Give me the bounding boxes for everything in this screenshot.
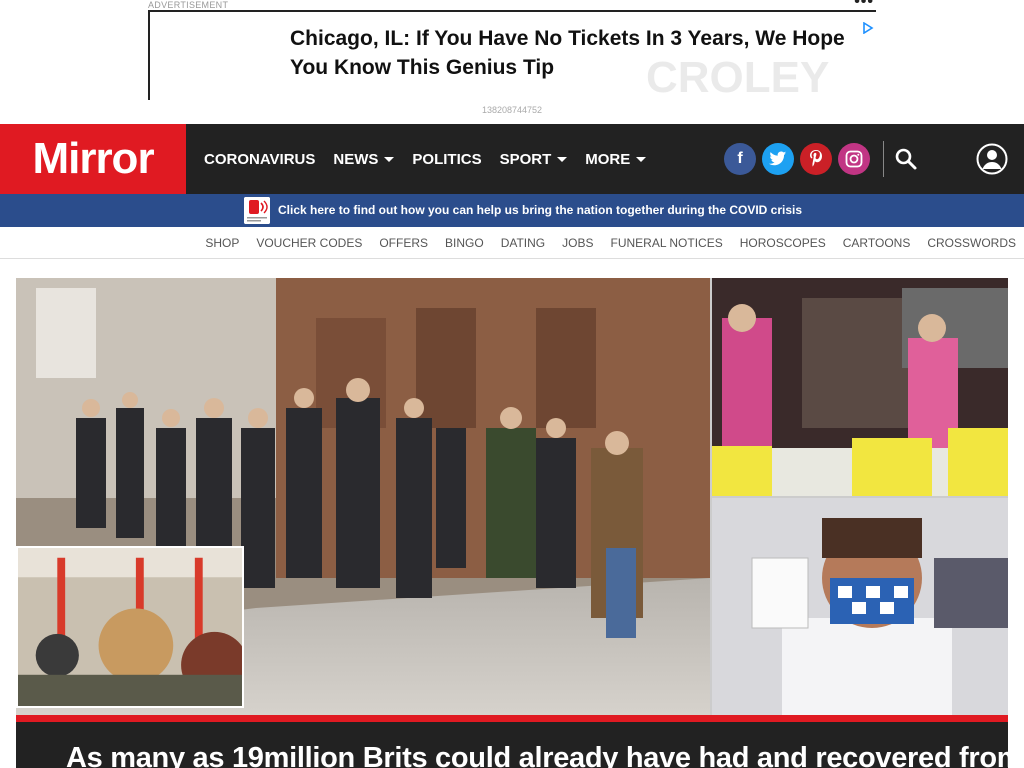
covid-banner-text[interactable]: Click here to find out how you can help … xyxy=(278,203,802,217)
account-icon[interactable] xyxy=(976,143,1008,175)
search-icon[interactable] xyxy=(894,147,918,171)
subnav-shop[interactable]: SHOP xyxy=(205,236,239,250)
headline-rule xyxy=(16,715,1008,722)
nav-label[interactable]: POLITICS xyxy=(412,151,481,168)
twitter-icon[interactable] xyxy=(762,143,794,175)
subnav-jobs[interactable]: JOBS xyxy=(562,236,593,250)
hero-image[interactable] xyxy=(16,278,1008,715)
nav-label[interactable]: CORONAVIRUS xyxy=(204,151,315,168)
subnav-horoscopes[interactable]: HOROSCOPES xyxy=(740,236,826,250)
queue-photo[interactable] xyxy=(712,278,1008,496)
site-header: Mirror CORONAVIRUS NEWS POLITICS SPORT M… xyxy=(0,124,1024,194)
adchoices-icon[interactable] xyxy=(862,22,874,34)
tube-carriage-photo[interactable] xyxy=(16,546,244,708)
subnav-cartoons[interactable]: CARTOONS xyxy=(843,236,911,250)
nav-more[interactable]: MORE xyxy=(585,151,647,168)
chevron-down-icon[interactable] xyxy=(384,156,395,162)
nav-news[interactable]: NEWS xyxy=(333,151,395,168)
instagram-icon[interactable] xyxy=(838,143,870,175)
logo-text[interactable]: Mirror xyxy=(32,134,154,184)
subnav-funeral-notices[interactable]: FUNERAL NOTICES xyxy=(610,236,722,250)
nav-sport[interactable]: SPORT xyxy=(500,151,568,168)
nav-label[interactable]: NEWS xyxy=(333,151,378,168)
ad-banner[interactable]: CROLEY Chicago, IL: If You Have No Ticke… xyxy=(148,10,876,100)
vaccine-photo[interactable] xyxy=(712,498,1008,715)
lead-headline[interactable]: As many as 19million Brits could already… xyxy=(66,742,1008,768)
covid-banner[interactable]: Click here to find out how you can help … xyxy=(0,194,1024,227)
nav-coronavirus[interactable]: CORONAVIRUS xyxy=(204,151,315,168)
subnav-offers[interactable]: OFFERS xyxy=(379,236,428,250)
pinterest-icon[interactable] xyxy=(800,143,832,175)
advertisement[interactable]: ADVERTISEMENT CROLEY Chicago, IL: If You… xyxy=(148,0,876,118)
secondary-nav: SHOP VOUCHER CODES OFFERS BINGO DATING J… xyxy=(0,227,1024,259)
facebook-icon[interactable]: f xyxy=(724,143,756,175)
subnav-dating[interactable]: DATING xyxy=(501,236,545,250)
nav-label[interactable]: MORE xyxy=(585,151,630,168)
ad-headline[interactable]: Chicago, IL: If You Have No Tickets In 3… xyxy=(290,24,850,82)
chevron-down-icon[interactable] xyxy=(636,156,647,162)
nav-label[interactable]: SPORT xyxy=(500,151,552,168)
subnav-voucher-codes[interactable]: VOUCHER CODES xyxy=(256,236,362,250)
subnav-bingo[interactable]: BINGO xyxy=(445,236,484,250)
subnav-crosswords[interactable]: CROSSWORDS xyxy=(927,236,1016,250)
divider xyxy=(883,141,884,177)
main-nav: CORONAVIRUS NEWS POLITICS SPORT MORE xyxy=(204,124,664,194)
nav-politics[interactable]: POLITICS xyxy=(412,151,481,168)
ad-label: ADVERTISEMENT xyxy=(148,0,229,10)
chevron-down-icon[interactable] xyxy=(557,156,568,162)
ad-id: 138208744752 xyxy=(481,105,543,115)
helping-hand-icon xyxy=(244,197,270,224)
lead-story[interactable]: As many as 19million Brits could already… xyxy=(16,722,1008,768)
more-dots-icon[interactable]: ••• xyxy=(854,0,874,11)
mirror-logo[interactable]: Mirror xyxy=(0,124,186,194)
